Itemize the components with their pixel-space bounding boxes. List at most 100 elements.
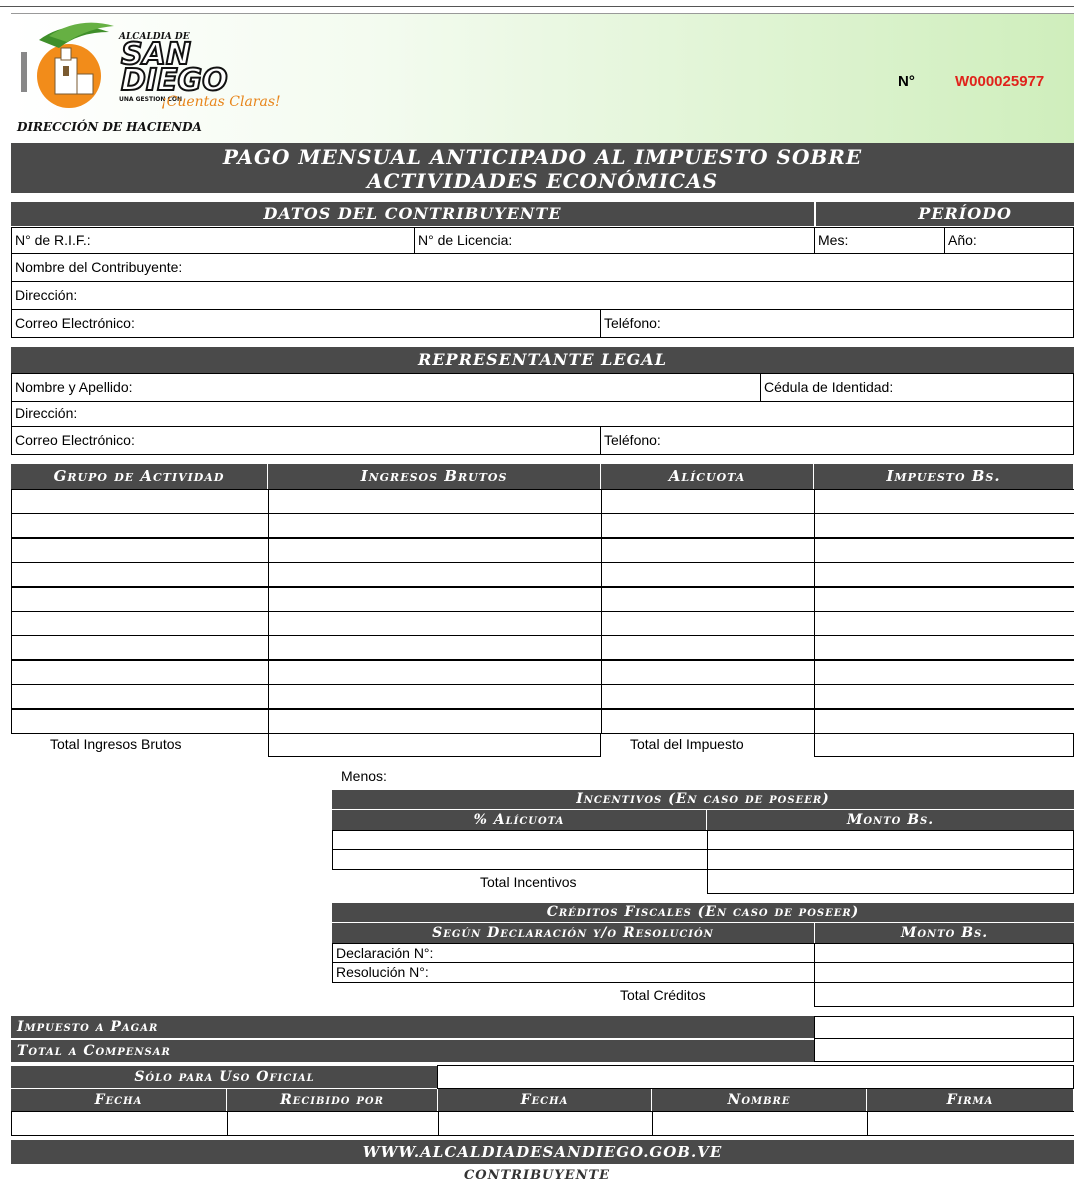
- credits-title: Créditos Fiscales (En caso de poseer): [332, 903, 1074, 922]
- activity-row-1-col-2[interactable]: [268, 489, 602, 514]
- month-field[interactable]: Mes:: [814, 227, 945, 254]
- activity-row-6-col-1[interactable]: [11, 611, 269, 636]
- rep-email-field[interactable]: Correo Electrónico:: [11, 426, 601, 455]
- activity-row-5-col-3[interactable]: [601, 587, 815, 612]
- activity-row-1-col-3[interactable]: [601, 489, 815, 514]
- official-field-2[interactable]: [227, 1111, 439, 1136]
- taxpayer-phone-field[interactable]: Teléfono:: [600, 309, 1074, 338]
- legal-rep-section-title: REPRESENTANTE LEGAL: [11, 347, 1074, 373]
- activity-row-2-col-2[interactable]: [268, 513, 602, 538]
- period-section-title: PERÍODO: [816, 202, 1074, 226]
- official-field-1[interactable]: [11, 1111, 228, 1136]
- rep-name-field[interactable]: Nombre y Apellido:: [11, 373, 761, 402]
- tax-to-pay-field[interactable]: [814, 1016, 1074, 1039]
- incentives-col-amount: Monto Bs.: [707, 810, 1074, 830]
- rep-address-field[interactable]: Dirección:: [11, 401, 1074, 427]
- activity-row-4-col-3[interactable]: [601, 562, 815, 587]
- incentives-title: Incentivos (En caso de poseer): [332, 790, 1074, 809]
- activity-row-8-col-3[interactable]: [601, 660, 815, 685]
- taxpayer-section-title: DATOS DEL CONTRIBUYENTE: [11, 202, 814, 226]
- activity-row-7-col-3[interactable]: [601, 635, 815, 660]
- activity-row-8-col-4[interactable]: [814, 660, 1074, 685]
- rep-id-field[interactable]: Cédula de Identidad:: [760, 373, 1074, 402]
- form-title-line2: ACTIVIDADES ECONÓMICAS: [366, 169, 719, 193]
- activity-row-4-col-2[interactable]: [268, 562, 602, 587]
- activity-row-7-col-4[interactable]: [814, 635, 1074, 660]
- activity-row-4-col-1[interactable]: [11, 562, 269, 587]
- total-incentives-field[interactable]: [707, 869, 1074, 894]
- total-tax-field[interactable]: [814, 733, 1074, 757]
- activity-row-8-col-1[interactable]: [11, 660, 269, 685]
- total-gross-label: Total Ingresos Brutos: [50, 736, 182, 752]
- incentive-row-2-aliquot[interactable]: [332, 849, 708, 870]
- total-compensate-label: Total a Compensar: [11, 1040, 814, 1062]
- activity-row-10-col-2[interactable]: [268, 709, 602, 734]
- month-label: Mes:: [818, 232, 849, 248]
- rep-phone-field[interactable]: Teléfono:: [600, 426, 1074, 455]
- taxpayer-email-field[interactable]: Correo Electrónico:: [11, 309, 601, 338]
- activity-row-6-col-4[interactable]: [814, 611, 1074, 636]
- official-use-header: Fecha Recibido por Fecha Nombre Firma: [11, 1089, 1074, 1111]
- activity-row-9-col-2[interactable]: [268, 684, 602, 709]
- rif-field[interactable]: N° de R.I.F.:: [11, 227, 415, 254]
- declaration-field[interactable]: Declaración N°:: [332, 943, 815, 963]
- activity-row-5-col-4[interactable]: [814, 587, 1074, 612]
- activity-row-1-col-4[interactable]: [814, 489, 1074, 514]
- activity-row-10-col-4[interactable]: [814, 709, 1074, 734]
- activity-row-4-col-4[interactable]: [814, 562, 1074, 587]
- less-label: Menos:: [341, 768, 387, 784]
- license-field[interactable]: N° de Licencia:: [414, 227, 815, 254]
- taxpayer-address-field[interactable]: Dirección:: [11, 281, 1074, 310]
- official-field-5[interactable]: [867, 1111, 1074, 1136]
- incentive-row-2-amount[interactable]: [707, 849, 1074, 870]
- official-field-4[interactable]: [652, 1111, 868, 1136]
- activity-row-10-col-3[interactable]: [601, 709, 815, 734]
- rep-phone-label: Teléfono:: [604, 432, 661, 448]
- form-title-line1: PAGO MENSUAL ANTICIPADO AL IMPUESTO SOBR…: [222, 145, 863, 169]
- activity-row-5-col-1[interactable]: [11, 587, 269, 612]
- form-title: PAGO MENSUAL ANTICIPADO AL IMPUESTO SOBR…: [11, 143, 1074, 193]
- resolution-amount[interactable]: [814, 962, 1074, 983]
- activity-row-10-col-1[interactable]: [11, 709, 269, 734]
- official-field-3[interactable]: [438, 1111, 653, 1136]
- number-label: N°: [898, 73, 915, 90]
- activity-row-8-col-2[interactable]: [268, 660, 602, 685]
- activity-group-header: Grupo de Actividad: [11, 464, 267, 489]
- received-by-header: Recibido por: [227, 1089, 437, 1111]
- official-use-field[interactable]: [437, 1065, 1074, 1089]
- rep-email-label: Correo Electrónico:: [15, 432, 135, 448]
- rep-id-label: Cédula de Identidad:: [764, 379, 894, 395]
- logo-text-diego: DIEGO: [120, 63, 229, 98]
- activity-row-9-col-3[interactable]: [601, 684, 815, 709]
- taxpayer-email-label: Correo Electrónico:: [15, 315, 135, 331]
- activity-row-2-col-3[interactable]: [601, 513, 815, 538]
- activity-row-6-col-3[interactable]: [601, 611, 815, 636]
- activity-row-2-col-1[interactable]: [11, 513, 269, 538]
- activity-row-5-col-2[interactable]: [268, 587, 602, 612]
- total-credits-field[interactable]: [814, 982, 1074, 1007]
- taxpayer-name-field[interactable]: Nombre del Contribuyente:: [11, 253, 1074, 282]
- activity-row-6-col-2[interactable]: [268, 611, 602, 636]
- total-compensate-field[interactable]: [814, 1038, 1074, 1062]
- activity-row-7-col-1[interactable]: [11, 635, 269, 660]
- activity-row-2-col-4[interactable]: [814, 513, 1074, 538]
- resolution-field[interactable]: Resolución N°:: [332, 962, 815, 983]
- activity-row-7-col-2[interactable]: [268, 635, 602, 660]
- activity-row-9-col-1[interactable]: [11, 684, 269, 709]
- incentive-row-1-aliquot[interactable]: [332, 830, 708, 850]
- activity-row-3-col-1[interactable]: [11, 538, 269, 563]
- activities-table: [11, 489, 1074, 734]
- taxpayer-phone-label: Teléfono:: [604, 315, 661, 331]
- year-field[interactable]: Año:: [944, 227, 1074, 254]
- activity-row-1-col-1[interactable]: [11, 489, 269, 514]
- aliquot-header: Alícuota: [601, 464, 813, 489]
- incentive-row-1-amount[interactable]: [707, 830, 1074, 850]
- website-footer: WWW.ALCALDIADESANDIEGO.GOB.VE: [11, 1140, 1074, 1164]
- activity-row-3-col-4[interactable]: [814, 538, 1074, 563]
- declaration-amount[interactable]: [814, 943, 1074, 963]
- activity-row-3-col-3[interactable]: [601, 538, 815, 563]
- activity-row-3-col-2[interactable]: [268, 538, 602, 563]
- total-gross-field[interactable]: [268, 733, 601, 757]
- incentives-col-aliquot: % Alícuota: [332, 810, 706, 830]
- activity-row-9-col-4[interactable]: [814, 684, 1074, 709]
